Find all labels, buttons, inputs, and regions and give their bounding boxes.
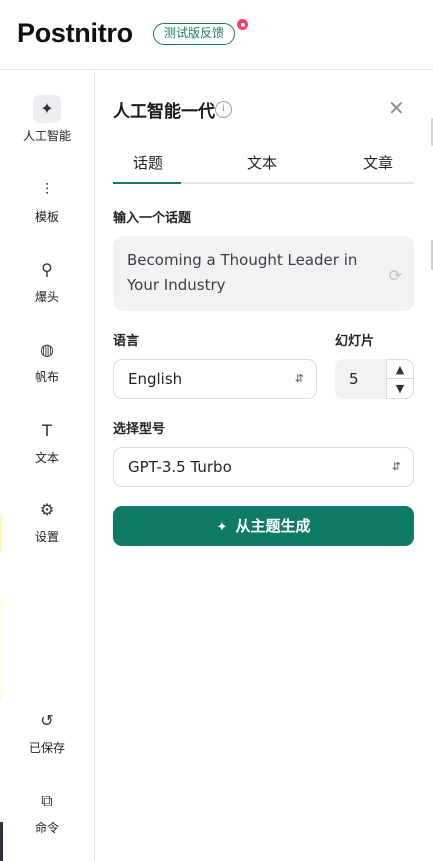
close-icon[interactable]: ✕ (388, 97, 405, 119)
generate-label: 从主题生成 (235, 517, 311, 535)
template-icon: ⫶ (44, 180, 49, 199)
sparkles-icon: ✦ (216, 520, 228, 535)
tab-topic[interactable]: 话题 (133, 152, 163, 173)
sidebar-item-ai[interactable]: ✦ 人工智能 (0, 95, 94, 144)
sidebar-item-label: 已保存 (28, 741, 65, 755)
sparkles-icon: ✦ (33, 95, 61, 123)
stepper-buttons: ▲ ▼ (386, 359, 414, 399)
tab-text[interactable]: 文本 (247, 152, 277, 173)
edge-highlight (0, 600, 2, 700)
refresh-icon[interactable]: ⟳ (389, 263, 402, 288)
model-label: 选择型号 (113, 422, 166, 437)
slides-label: 幻灯片 (335, 334, 375, 349)
sidebar-item-saved[interactable]: ↺ 已保存 (0, 707, 94, 756)
chevron-up-down-icon: ⇵ (294, 372, 304, 385)
sidebar-item-label: 人工智能 (22, 129, 71, 143)
language-select-value: English (128, 370, 183, 388)
sidebar: ✦ 人工智能 ⫶ 模板 ⚲ 爆头 ◍ 帆布 T 文本 ⚙ 设置 ↺ 已保存 ⧉ … (0, 71, 95, 861)
sidebar-item-label: 设置 (34, 530, 59, 544)
sidebar-item-label: 帆布 (34, 370, 59, 384)
sidebar-item-label: 命令 (34, 821, 59, 835)
copy-icon: ⧉ (41, 791, 53, 810)
gear-icon: ⚙ (39, 500, 55, 519)
notification-dot-icon (235, 17, 250, 32)
model-select[interactable]: GPT-3.5 Turbo ⇵ (113, 447, 414, 487)
topic-label: 输入一个话题 (113, 211, 192, 226)
history-icon: ↺ (40, 711, 54, 730)
app-logo[interactable]: Postnitro (17, 18, 133, 49)
decrement-button[interactable]: ▼ (387, 379, 413, 398)
panel-title: 人工智能一代 (113, 102, 215, 122)
increment-button[interactable]: ▲ (387, 360, 413, 379)
topic-input[interactable]: Becoming a Thought Leader in Your Indust… (113, 236, 414, 311)
generate-from-topic-button[interactable]: ✦ 从主题生成 (113, 506, 414, 546)
model-select-value: GPT-3.5 Turbo (128, 458, 232, 476)
user-list-icon: ⚲ (41, 260, 53, 279)
sidebar-item-templates[interactable]: ⫶ 模板 (0, 176, 94, 225)
beta-feedback-button[interactable]: 测试版反馈 (153, 23, 236, 45)
tab-article[interactable]: 文章 (363, 152, 393, 173)
sidebar-item-label: 模板 (34, 210, 59, 224)
topic-input-value: Becoming a Thought Leader in Your Indust… (127, 251, 358, 294)
active-tab-indicator (113, 182, 181, 184)
chevron-up-down-icon: ⇵ (391, 460, 401, 473)
sidebar-item-headshot[interactable]: ⚲ 爆头 (0, 256, 94, 305)
slides-stepper[interactable]: 5 ▲ ▼ (335, 359, 414, 399)
sidebar-item-commands[interactable]: ⧉ 命令 (0, 787, 94, 836)
slides-value: 5 (349, 370, 359, 388)
sidebar-item-text[interactable]: T 文本 (0, 417, 94, 466)
language-select[interactable]: English ⇵ (113, 359, 317, 399)
edge-indicator (0, 822, 3, 861)
app-header: Postnitro 测试版反馈 (0, 0, 433, 70)
sidebar-item-label: 文本 (34, 451, 59, 465)
text-icon: T (42, 421, 52, 440)
mode-tabs: 话题 文本 文章 (113, 148, 414, 184)
edge-highlight (0, 515, 2, 551)
language-label: 语言 (113, 334, 140, 349)
sidebar-item-label: 爆头 (34, 290, 59, 304)
info-icon[interactable]: i (215, 101, 232, 118)
sidebar-item-canvas[interactable]: ◍ 帆布 (0, 336, 94, 385)
palette-icon: ◍ (40, 340, 54, 359)
sidebar-item-settings[interactable]: ⚙ 设置 (0, 496, 94, 545)
